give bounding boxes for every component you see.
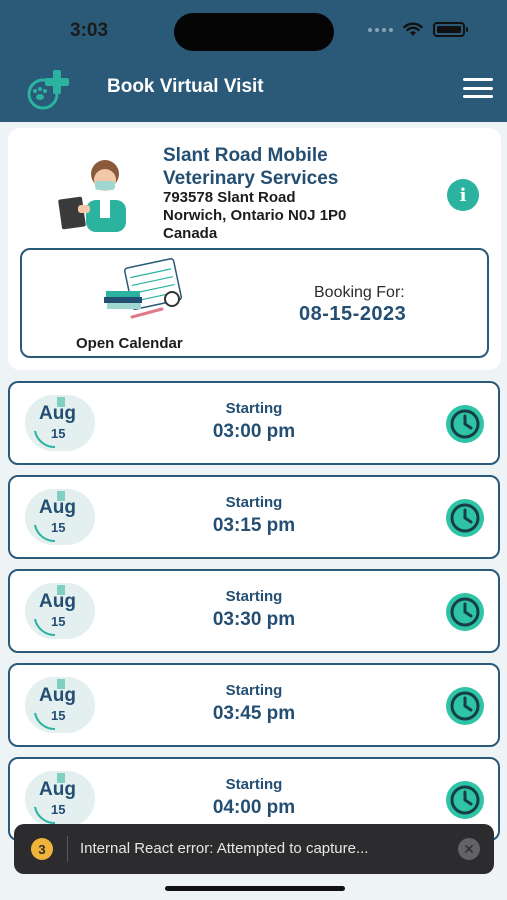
- wifi-icon: [403, 22, 423, 36]
- error-count-badge: 3: [31, 838, 53, 860]
- page-title: Book Virtual Visit: [107, 76, 264, 97]
- open-calendar-label: Open Calendar: [76, 335, 183, 352]
- slot-time: 03:45 pm: [212, 703, 296, 724]
- starting-label: Starting: [225, 776, 283, 793]
- starting-label: Starting: [225, 682, 283, 699]
- close-icon[interactable]: ✕: [458, 838, 480, 860]
- open-calendar-box[interactable]: Open Calendar Booking For: 08-15-2023: [20, 248, 489, 358]
- provider-card: Slant Road Mobile Veterinary Services 79…: [8, 128, 501, 370]
- slot-time: 04:00 pm: [212, 797, 296, 818]
- home-indicator[interactable]: [165, 886, 345, 891]
- paw-cross-logo-icon: [27, 70, 69, 110]
- status-icons: [368, 22, 468, 37]
- starting-label: Starting: [225, 400, 283, 417]
- hamburger-menu-icon[interactable]: [463, 78, 493, 98]
- booking-date: 08-15-2023: [299, 303, 407, 325]
- clock-icon[interactable]: [445, 780, 485, 820]
- slot-time: 03:00 pm: [212, 421, 296, 442]
- calendar-illustration-icon: [104, 258, 183, 319]
- clock-icon[interactable]: [445, 686, 485, 726]
- status-time: 3:03: [70, 20, 109, 41]
- toast-divider: [67, 836, 68, 862]
- toast-message: Internal React error: Attempted to captu…: [80, 840, 369, 857]
- provider-name: Slant Road Mobile Veterinary Services: [163, 145, 339, 189]
- starting-label: Starting: [225, 588, 283, 605]
- clock-icon[interactable]: [445, 404, 485, 444]
- address-line-1: 793578 Slant Road: [163, 189, 296, 206]
- clock-icon[interactable]: [445, 498, 485, 538]
- info-icon[interactable]: i: [447, 179, 479, 211]
- slot-time: 03:30 pm: [212, 609, 296, 630]
- clock-icon[interactable]: [445, 592, 485, 632]
- time-slot-card[interactable]: Aug 15 Starting 03:00 pm: [8, 381, 500, 465]
- address-line-2: Norwich, Ontario N0J 1P0: [163, 207, 347, 224]
- cellular-icon: [368, 27, 393, 32]
- time-slot-card[interactable]: Aug 15 Starting 03:30 pm: [8, 569, 500, 653]
- starting-label: Starting: [225, 494, 283, 511]
- booking-for-label: Booking For:: [314, 284, 405, 301]
- slot-time: 03:15 pm: [212, 515, 296, 536]
- error-toast[interactable]: 3 Internal React error: Attempted to cap…: [14, 824, 494, 874]
- veterinarian-illustration-icon: [58, 160, 126, 232]
- time-slot-card[interactable]: Aug 15 Starting 03:45 pm: [8, 663, 500, 747]
- battery-icon: [433, 22, 468, 37]
- app-header: 3:03 Book Virtual Visit: [0, 0, 507, 122]
- dynamic-island: [174, 13, 334, 51]
- time-slot-card[interactable]: Aug 15 Starting 03:15 pm: [8, 475, 500, 559]
- provider-address: 793578 Slant Road Norwich, Ontario N0J 1…: [163, 189, 346, 243]
- address-line-3: Canada: [163, 225, 218, 242]
